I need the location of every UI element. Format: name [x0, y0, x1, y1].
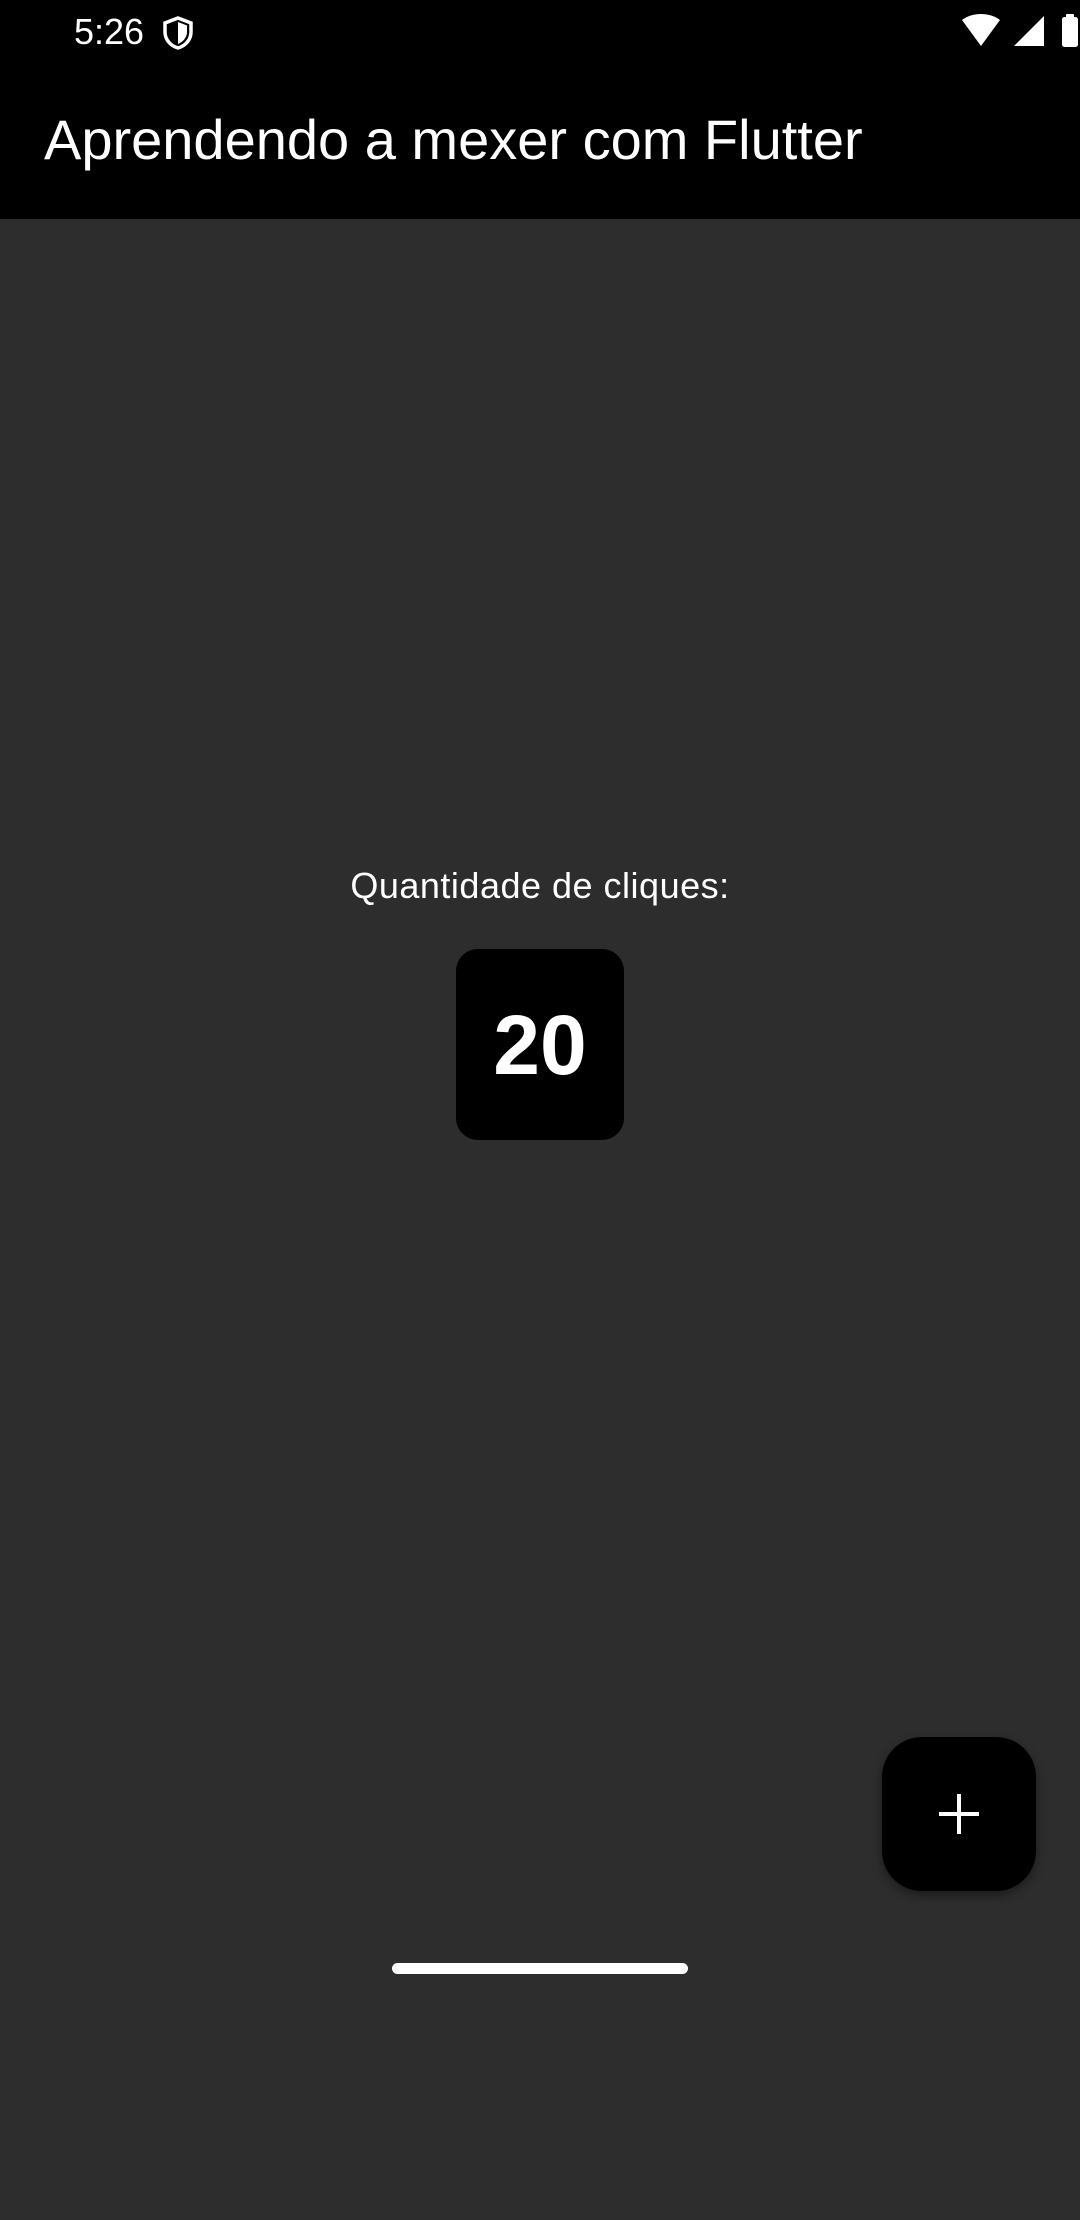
wifi-icon: [962, 14, 1000, 46]
status-time: 5:26: [74, 11, 145, 52]
battery-icon: [1062, 14, 1078, 47]
counter-value: 20: [493, 997, 587, 1092]
status-bar: 5:26: [0, 0, 1080, 62]
increment-button[interactable]: [882, 1737, 1036, 1891]
cell-signal-icon: [1014, 16, 1044, 46]
page-title: Aprendendo a mexer com Flutter: [44, 108, 863, 171]
counter-display: 20: [456, 949, 624, 1140]
status-icons: [962, 14, 1078, 47]
app-bar: Aprendendo a mexer com Flutter: [0, 62, 1080, 219]
plus-icon: [939, 1794, 979, 1834]
main-content: [0, 219, 1080, 2220]
clicks-label: Quantidade de cliques:: [350, 865, 730, 906]
home-indicator[interactable]: [392, 1963, 688, 1974]
shield-icon: [162, 16, 194, 50]
